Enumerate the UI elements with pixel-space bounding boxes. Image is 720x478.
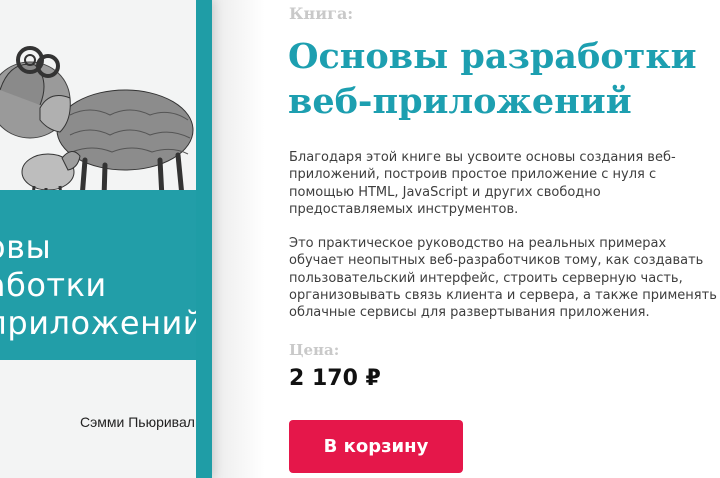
price-label: Цена:: [289, 341, 340, 359]
cover-title-line-1: овы: [0, 228, 52, 266]
description-paragraph-1: Благодаря этой книге вы усвоите основы с…: [289, 150, 676, 217]
book-cover[interactable]: овы аботки приложений Сэмми Пьюривал: [0, 0, 212, 478]
cover-spine-edge: [196, 0, 212, 478]
cover-title-band: овы аботки приложений: [0, 190, 204, 360]
kind-label: Книга:: [289, 4, 354, 23]
cover-title-line-2: аботки: [0, 266, 107, 304]
cover-title-line-3: приложений: [0, 304, 205, 342]
price-value: 2 170 ₽: [289, 366, 381, 391]
book-title: Основы разработки веб-приложений: [288, 36, 697, 122]
description-paragraph-2: Это практическое руководство на реальных…: [289, 236, 717, 321]
cover-author: Сэмми Пьюривал: [80, 414, 195, 430]
sheep-illustration: [0, 46, 194, 200]
add-to-cart-button[interactable]: В корзину: [289, 420, 463, 473]
